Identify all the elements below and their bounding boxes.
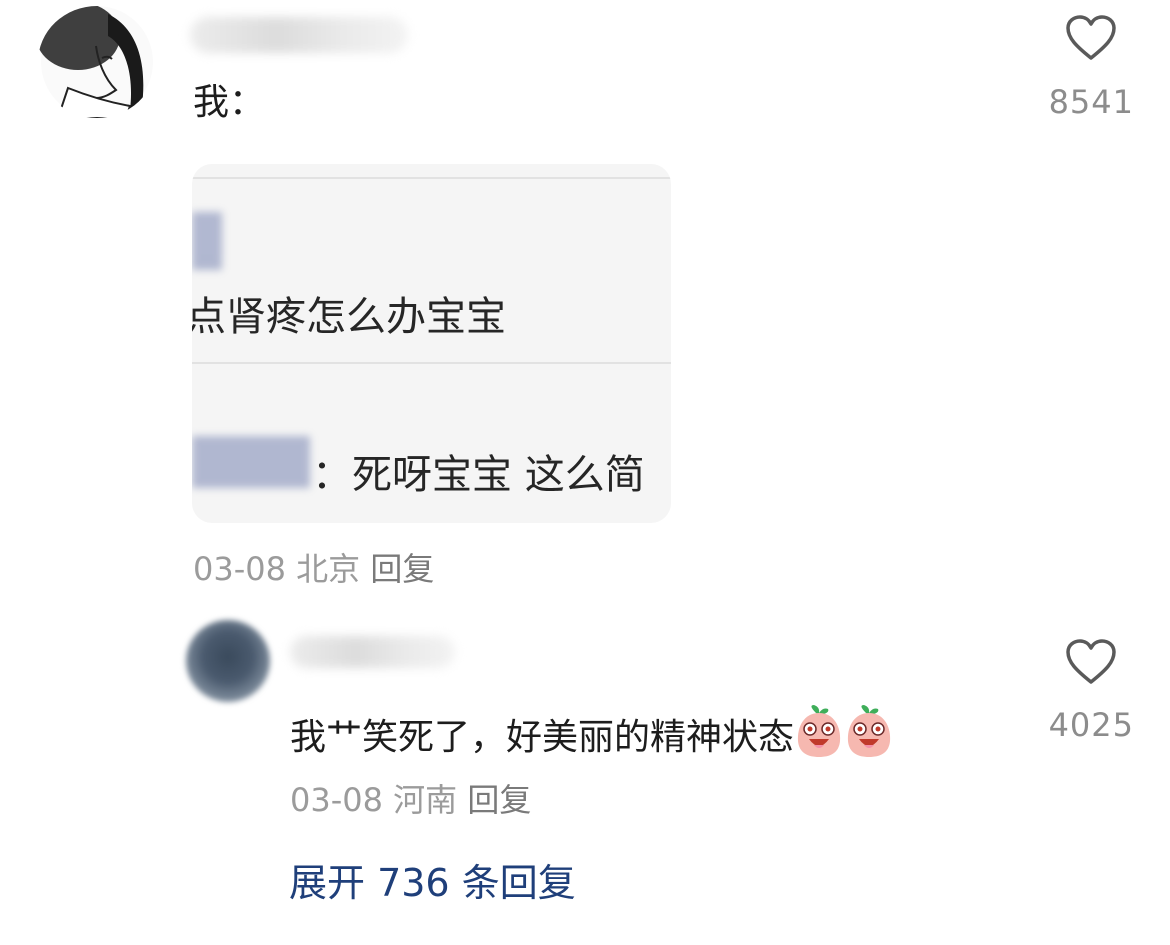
reply-button[interactable]: 回复 (370, 550, 434, 588)
like-count: 4025 (1048, 706, 1134, 744)
replier-avatar[interactable] (186, 620, 270, 702)
comment-text: 我： (193, 82, 266, 123)
comment-date: 03-08 (193, 550, 286, 588)
heart-outline-icon[interactable] (1064, 638, 1118, 686)
comment-image[interactable]: 点肾疼怎么办宝宝 ：死呀宝宝 这么简 (192, 164, 671, 523)
commenter-avatar[interactable] (38, 6, 156, 118)
replier-name-blurred[interactable] (290, 636, 455, 668)
reply-meta: 03-08 河南 回复 (290, 775, 531, 821)
comment-location: 北京 (296, 550, 361, 588)
peach-laughing-emoji-icon (844, 705, 894, 759)
blurred-name-fragment (192, 436, 310, 488)
image-divider (192, 177, 671, 179)
image-divider (192, 362, 671, 364)
reply-button[interactable]: 回复 (467, 781, 531, 819)
peach-laughing-emoji-icon (794, 705, 844, 759)
heart-outline-icon[interactable] (1064, 14, 1118, 62)
blurred-name-fragment (192, 212, 222, 270)
reply-date: 03-08 (290, 781, 383, 819)
like-count: 8541 (1048, 83, 1134, 121)
reply-location: 河南 (393, 781, 458, 819)
reply-text: 我艹笑死了，好美丽的精神状态 (290, 705, 894, 759)
comment-meta: 03-08 北京 回复 (193, 544, 434, 590)
expand-replies-link[interactable]: 展开 736 条回复 (289, 852, 576, 907)
image-chat-line: ：死呀宝宝 这么简 (312, 452, 645, 498)
image-chat-line: 点肾疼怎么办宝宝 (192, 294, 506, 340)
reply-text-content: 我艹笑死了，好美丽的精神状态 (290, 717, 795, 758)
commenter-name-blurred[interactable] (190, 17, 408, 53)
